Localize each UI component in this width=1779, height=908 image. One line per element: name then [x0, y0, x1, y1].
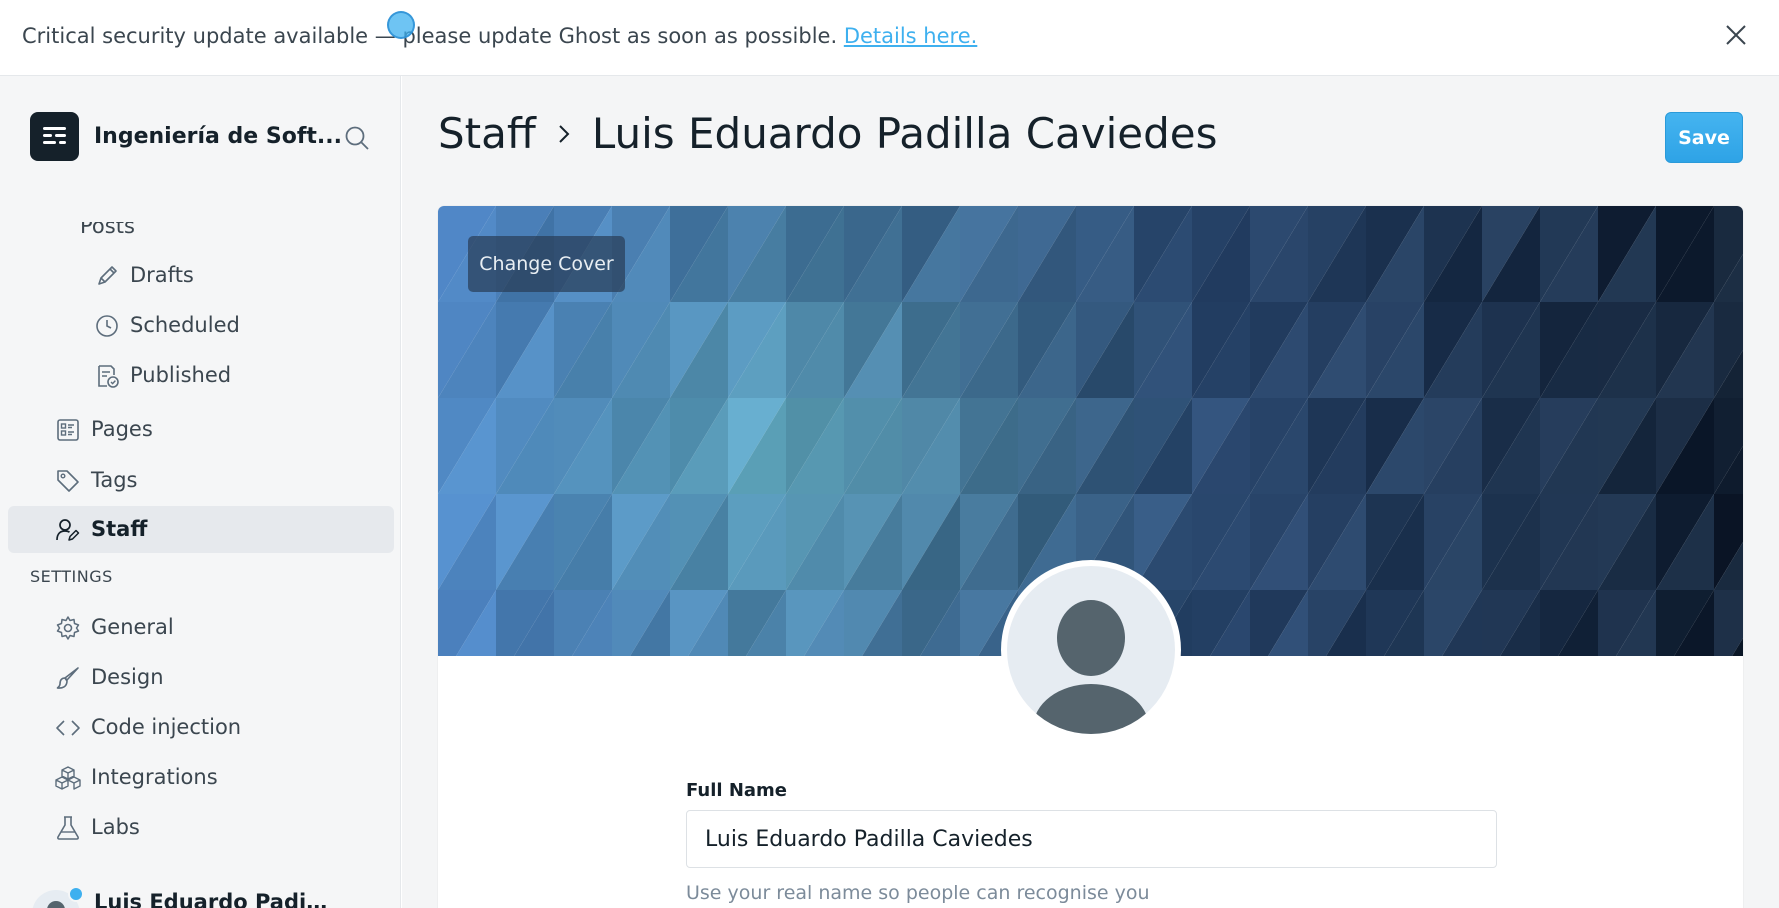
user-name: Luis Eduardo Padilla C... — [94, 890, 329, 908]
sidebar-item-published[interactable]: Published — [8, 352, 394, 399]
notification-dot — [68, 886, 84, 902]
search-icon[interactable] — [343, 124, 371, 152]
sidebar-item-label: Labs — [91, 815, 140, 839]
pages-icon — [57, 419, 79, 441]
site-brand: Ingeniería de Soft... — [30, 112, 400, 162]
integrations-icon — [55, 766, 81, 790]
change-cover-button[interactable]: Change Cover — [468, 236, 625, 292]
full-name-hint: Use your real name so people can recogni… — [686, 882, 1150, 904]
flask-icon — [57, 816, 79, 840]
staff-icon — [56, 519, 80, 541]
security-banner: Critical security update available — ple… — [0, 0, 1779, 76]
chevron-down-icon — [348, 902, 368, 908]
sidebar-item-general[interactable]: General — [8, 604, 394, 651]
sidebar-item-code-injection[interactable]: Code injection — [8, 704, 394, 751]
sidebar-item-integrations[interactable]: Integrations — [8, 754, 394, 801]
close-icon[interactable] — [1723, 22, 1749, 48]
sidebar-item-label: Published — [130, 363, 232, 387]
sidebar-item-label: Drafts — [130, 263, 194, 287]
sidebar-item-drafts[interactable]: Drafts — [8, 252, 394, 299]
sidebar-item-label: Integrations — [91, 765, 218, 789]
banner-details-link[interactable]: Details here. — [844, 24, 977, 48]
profile-avatar[interactable] — [1001, 560, 1181, 740]
pencil-icon — [98, 266, 117, 285]
published-icon — [98, 365, 119, 388]
clock-icon — [96, 315, 118, 337]
chevron-right-icon — [559, 124, 570, 143]
brush-icon — [56, 667, 79, 689]
user-silhouette-icon — [1033, 600, 1149, 734]
breadcrumb-staff-link[interactable]: Staff — [438, 109, 536, 158]
sidebar-item-label: Pages — [91, 417, 153, 441]
sidebar-item-labs[interactable]: Labs — [8, 804, 394, 851]
sidebar-item-label: Code injection — [91, 715, 242, 739]
code-icon — [56, 720, 80, 736]
page-title: Luis Eduardo Padilla Caviedes — [591, 109, 1218, 158]
breadcrumb: Staff Luis Eduardo Padilla Caviedes — [438, 109, 1218, 159]
site-logo[interactable] — [30, 112, 79, 161]
tag-icon — [57, 470, 79, 492]
mouse-cursor-indicator — [387, 11, 415, 39]
banner-message: Critical security update available — ple… — [22, 24, 977, 48]
sidebar: Ingeniería de Soft... Posts Drafts Sched… — [0, 76, 401, 908]
banner-text: Critical security update available — ple… — [22, 24, 844, 48]
sidebar-item-design[interactable]: Design — [8, 654, 394, 701]
gear-icon — [56, 616, 80, 640]
sidebar-item-pages[interactable]: Pages — [8, 406, 394, 453]
sidebar-item-label: Staff — [91, 517, 148, 541]
full-name-label: Full Name — [686, 780, 787, 801]
full-name-input[interactable] — [686, 810, 1497, 868]
profile-card: Change Cover Full Name Use your real nam… — [438, 206, 1743, 908]
ghost-logo-icon — [43, 127, 66, 144]
sidebar-item-label: Design — [91, 665, 164, 689]
sidebar-item-posts[interactable]: Posts — [80, 222, 135, 238]
user-menu[interactable]: Luis Eduardo Padilla C... — [30, 882, 390, 908]
sidebar-item-label: Tags — [91, 468, 138, 492]
sidebar-item-scheduled[interactable]: Scheduled — [8, 302, 394, 349]
main-content: Staff Luis Eduardo Padilla Caviedes Save … — [402, 76, 1779, 908]
sidebar-item-staff[interactable]: Staff — [8, 506, 394, 553]
site-name[interactable]: Ingeniería de Soft... — [94, 124, 344, 149]
sidebar-item-tags[interactable]: Tags — [8, 457, 394, 504]
save-button[interactable]: Save — [1665, 112, 1743, 163]
sidebar-item-label: Scheduled — [130, 313, 240, 337]
settings-heading: SETTINGS — [30, 567, 113, 586]
sidebar-item-label: General — [91, 615, 174, 639]
